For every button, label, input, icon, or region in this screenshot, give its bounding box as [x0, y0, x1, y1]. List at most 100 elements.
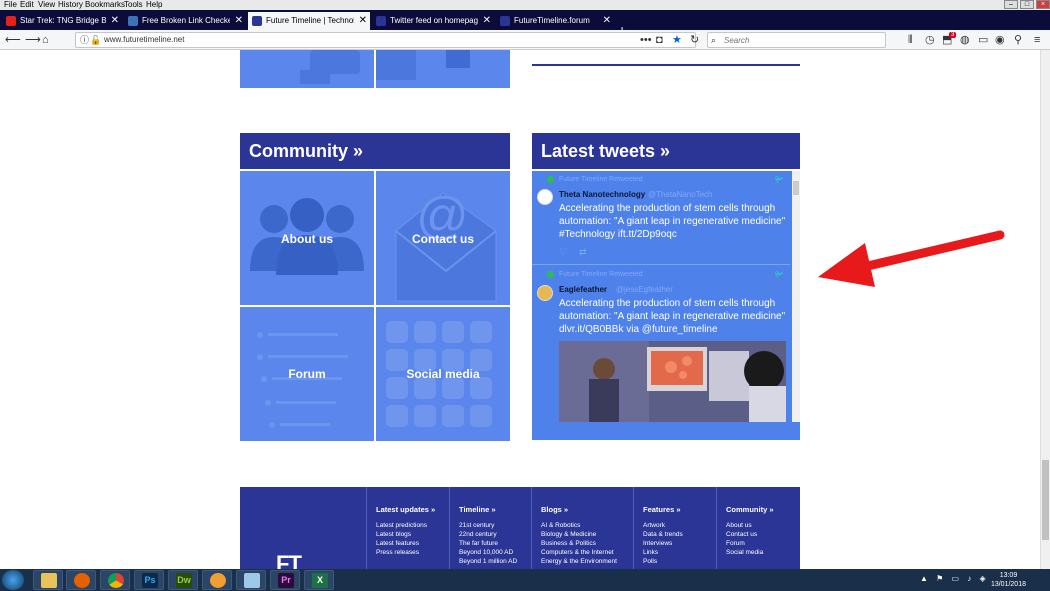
- minimize-button[interactable]: –: [1004, 0, 1018, 9]
- close-window-button[interactable]: ×: [1036, 0, 1050, 9]
- forward-icon[interactable]: ⟶: [25, 33, 41, 47]
- footer-link[interactable]: Beyond 1 million AD: [459, 557, 530, 566]
- footer-link[interactable]: Latest predictions: [376, 521, 448, 530]
- footer-link[interactable]: Links: [643, 548, 715, 557]
- menu-tools[interactable]: Tools: [124, 0, 143, 10]
- clock[interactable]: 13:09 13/01/2018: [991, 571, 1026, 589]
- twitter-bird-icon[interactable]: 🐦: [774, 175, 784, 184]
- reload-icon[interactable]: ↻: [690, 33, 699, 47]
- partial-tile-left[interactable]: [240, 50, 374, 88]
- reply-icon[interactable]: ♡: [559, 247, 567, 258]
- footer-link[interactable]: Latest blogs: [376, 530, 448, 539]
- search-input[interactable]: [724, 34, 874, 46]
- footer-link[interactable]: Beyond 10,000 AD: [459, 548, 530, 557]
- twitter-bird-icon[interactable]: 🐦: [774, 270, 784, 279]
- footer-heading[interactable]: Community »: [726, 505, 800, 514]
- footer-link[interactable]: Polls: [643, 557, 715, 566]
- notepad-icon[interactable]: [236, 570, 266, 590]
- start-button[interactable]: [2, 570, 24, 590]
- footer-link[interactable]: Computers & the Internet: [541, 548, 633, 557]
- tweet-author-handle[interactable]: @jessEgfeather: [616, 285, 673, 294]
- addon-icon[interactable]: ◉: [995, 33, 1005, 47]
- footer-link[interactable]: About us: [726, 521, 800, 530]
- footer-heading[interactable]: Features »: [643, 505, 715, 514]
- menu-edit[interactable]: Edit: [20, 0, 34, 10]
- contact-us-tile[interactable]: @ Contact us: [376, 171, 510, 305]
- close-icon[interactable]: ✕: [483, 12, 491, 30]
- close-icon[interactable]: ✕: [235, 12, 243, 30]
- forum-tile[interactable]: Forum: [240, 307, 374, 441]
- footer-link[interactable]: Artwork: [643, 521, 715, 530]
- url-bar[interactable]: ⓘ 🔓 www.futuretimeline.net ••• ◘ ★: [75, 32, 696, 48]
- info-icon[interactable]: ⓘ: [80, 33, 89, 47]
- tweet-author-handle[interactable]: @ThetaNanoTech: [648, 190, 713, 199]
- avatar[interactable]: [537, 189, 553, 205]
- search-bar[interactable]: ⌕: [707, 32, 886, 48]
- excel-icon[interactable]: X: [304, 570, 334, 590]
- footer-link[interactable]: Data & trends: [643, 530, 715, 539]
- footer-link[interactable]: Forum: [726, 539, 800, 548]
- tweets-scrollbar[interactable]: [792, 171, 800, 422]
- ft-logo[interactable]: FT: [276, 551, 302, 569]
- pocket-icon[interactable]: ◘: [656, 33, 663, 47]
- partial-tile-right[interactable]: [376, 50, 510, 88]
- footer-heading[interactable]: Latest updates »: [376, 505, 448, 514]
- page-scrollbar[interactable]: [1040, 50, 1050, 569]
- bookmark-star-icon[interactable]: ★: [672, 33, 682, 47]
- firefox-icon[interactable]: [66, 570, 96, 590]
- footer-link[interactable]: Press releases: [376, 548, 448, 557]
- close-icon[interactable]: ✕: [359, 12, 367, 30]
- footer-link[interactable]: Energy & the Environment: [541, 557, 633, 566]
- library-icon[interactable]: ⫴: [908, 33, 913, 47]
- sync-icon[interactable]: ⚲: [1014, 33, 1022, 47]
- footer-link[interactable]: 21st century: [459, 521, 530, 530]
- reader-icon[interactable]: ▭: [978, 33, 988, 47]
- tab-twitter-feed[interactable]: Twitter feed on homepage - Fu ✕: [372, 12, 494, 30]
- tab-futuretimeline-forum[interactable]: FutureTimeline.forum ✕: [496, 12, 614, 30]
- tab-broken-link-checker[interactable]: Free Broken Link Checker - che ✕: [124, 12, 246, 30]
- tweet-item[interactable]: Future Timeline Retweeted 🐦 Theta Nanote…: [532, 171, 790, 265]
- latest-tweets-heading[interactable]: Latest tweets »: [532, 133, 800, 169]
- file-explorer-icon[interactable]: [33, 570, 63, 590]
- menu-bookmarks[interactable]: Bookmarks: [85, 0, 125, 10]
- menu-help[interactable]: Help: [146, 0, 162, 10]
- footer-heading[interactable]: Timeline »: [459, 505, 530, 514]
- footer-link[interactable]: Interviews: [643, 539, 715, 548]
- back-icon[interactable]: ⟵: [5, 33, 21, 47]
- dreamweaver-icon[interactable]: Dw: [168, 570, 198, 590]
- about-us-tile[interactable]: About us: [240, 171, 374, 305]
- footer-link[interactable]: 22nd century: [459, 530, 530, 539]
- community-heading[interactable]: Community »: [240, 133, 510, 169]
- tweet-image[interactable]: [559, 341, 786, 422]
- scrollbar-thumb[interactable]: [1042, 460, 1049, 540]
- footer-link[interactable]: Latest features: [376, 539, 448, 548]
- tab-star-trek[interactable]: Star Trek: TNG Bridge Backgr ✕: [2, 12, 122, 30]
- system-tray-icons[interactable]: ▲ ⚑ ▭ ♪ ◈: [920, 574, 989, 583]
- scrollbar-thumb[interactable]: [793, 181, 799, 195]
- tweet-author-name[interactable]: Theta Nanotechnology: [559, 190, 645, 199]
- chrome-icon[interactable]: [100, 570, 130, 590]
- footer-heading[interactable]: Blogs »: [541, 505, 633, 514]
- tab-future-timeline[interactable]: Future Timeline | Technology | ✕: [248, 12, 370, 30]
- menu-file[interactable]: File: [4, 0, 17, 10]
- tweet-author-name[interactable]: Eaglefeather: [559, 285, 607, 294]
- footer-link[interactable]: Contact us: [726, 530, 800, 539]
- menu-view[interactable]: View: [38, 0, 55, 10]
- hamburger-menu-icon[interactable]: ≡: [1034, 33, 1040, 47]
- footer-link[interactable]: Biology & Medicine: [541, 530, 633, 539]
- page-actions-icon[interactable]: •••: [640, 33, 652, 47]
- retweet-action-icon[interactable]: ⇄: [579, 247, 587, 258]
- menu-history[interactable]: History: [58, 0, 83, 10]
- close-icon[interactable]: ✕: [111, 12, 119, 30]
- globe-icon[interactable]: ◍: [960, 33, 970, 47]
- settings-gear-icon[interactable]: [202, 570, 232, 590]
- history-icon[interactable]: ◷: [925, 33, 935, 47]
- social-media-tile[interactable]: Social media: [376, 307, 510, 441]
- close-icon[interactable]: ✕: [603, 12, 611, 30]
- home-icon[interactable]: ⌂: [42, 33, 49, 47]
- footer-link[interactable]: AI & Robotics: [541, 521, 633, 530]
- premiere-icon[interactable]: Pr: [270, 570, 300, 590]
- footer-link[interactable]: Social media: [726, 548, 800, 557]
- avatar[interactable]: [537, 285, 553, 301]
- tweet-item[interactable]: Future Timeline Retweeted 🐦 Eaglefeather…: [532, 266, 790, 422]
